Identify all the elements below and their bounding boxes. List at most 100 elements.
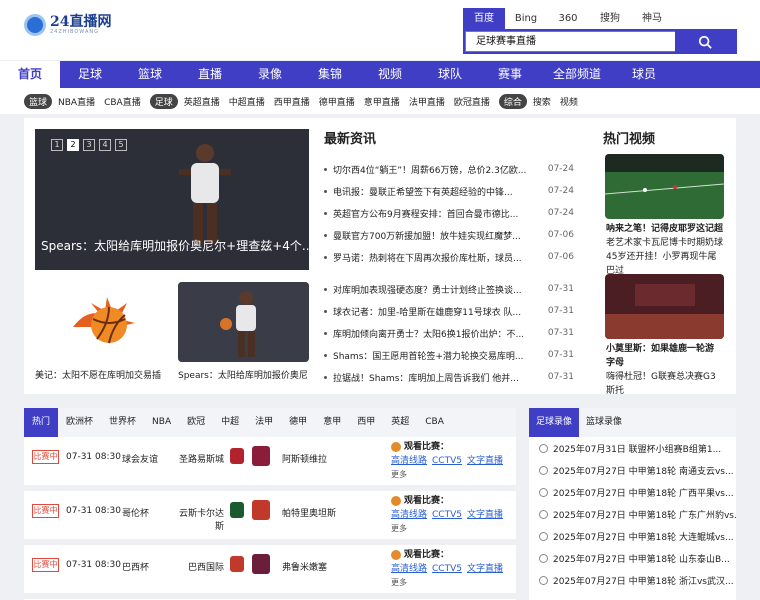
subnav-link[interactable]: 欧冠直播 (454, 95, 490, 108)
news-item-title[interactable]: 英超官方公布9月赛程安排：首回合曼市德比... (333, 207, 538, 220)
replay-item-title[interactable]: 2025年07月27日 中甲第18轮 大连鲲城vs... (553, 530, 734, 543)
news-item[interactable]: 库明加倾向离开勇士？太阳6换1报价出炉：不... 07-31 (324, 322, 574, 344)
schedule-tab[interactable]: 西甲 (349, 408, 383, 437)
suns-logo-thumb[interactable] (35, 282, 172, 364)
replay-item[interactable]: 2025年07月27日 中甲第18轮 山东泰山B... (529, 547, 736, 569)
replay-item[interactable]: 2025年07月27日 中甲第18轮 广西平果vs... (529, 481, 736, 503)
subnav-category-tag[interactable]: 篮球 (24, 93, 53, 109)
thumb-b-caption[interactable]: Spears：太阳给库明加报价奥尼 (178, 368, 308, 381)
schedule-tab[interactable]: NBA (144, 408, 179, 437)
subnav-link[interactable]: 德甲直播 (319, 95, 355, 108)
nav-item[interactable]: 球队 (420, 61, 480, 88)
stream-link[interactable]: 高清线路 (391, 456, 427, 466)
replay-item[interactable]: 2025年07月27日 中甲第18轮 广东广州豹vs... (529, 503, 736, 525)
slider-page-dot[interactable]: 5 (115, 139, 127, 151)
replay-item[interactable]: 2025年07月27日 中甲第18轮 大连鲲城vs... (529, 525, 736, 547)
hot-video-thumb-2[interactable] (605, 274, 724, 339)
nav-item[interactable]: 球员 (614, 61, 674, 88)
news-item-title[interactable]: 切尔西4位“躺王”！周薪66万镑，总价2.3亿欧... (333, 163, 538, 176)
subnav-link[interactable]: 法甲直播 (409, 95, 445, 108)
replay-item[interactable]: 2025年07月27日 中甲第18轮 浙江vs武汉... (529, 569, 736, 591)
subnav-link[interactable]: 搜索 (533, 95, 551, 108)
away-team[interactable]: 帕特里奥坦斯 (282, 506, 336, 519)
stream-link[interactable]: 文字直播 (467, 510, 503, 520)
stream-link[interactable]: CCTV5 (432, 510, 462, 520)
subnav-link[interactable]: 视频 (560, 95, 578, 108)
nav-item[interactable]: 全部频道 (540, 61, 614, 88)
stream-link[interactable]: 高清线路 (391, 564, 427, 574)
news-item[interactable]: 拉锯战！Shams：库明加上周告诉我们 他并... 07-31 (324, 366, 574, 388)
nav-item[interactable]: 视频 (360, 61, 420, 88)
search-button[interactable] (675, 31, 735, 52)
schedule-tab[interactable]: 英超 (383, 408, 417, 437)
nav-item[interactable]: 直播 (180, 61, 240, 88)
slider-page-dot[interactable]: 1 (51, 139, 63, 151)
more-link[interactable]: 更多 (391, 577, 407, 588)
schedule-tab[interactable]: 欧洲杯 (58, 408, 101, 437)
nav-item[interactable]: 录像 (240, 61, 300, 88)
news-item[interactable]: Shams：国王愿用首轮签+潜力轮换交易库明... 07-31 (324, 344, 574, 366)
stream-link[interactable]: 文字直播 (467, 564, 503, 574)
away-team[interactable]: 阿斯顿维拉 (282, 452, 327, 465)
subnav-link[interactable]: NBA直播 (58, 95, 95, 108)
hot-video-thumb-1[interactable] (605, 154, 724, 219)
hot-video-caption-2[interactable]: 小莫里斯：如果雄鹿一轮游 字母 嗨得杜冠！G联赛总决赛G3斯托 (606, 342, 724, 398)
stream-link[interactable]: 文字直播 (467, 456, 503, 466)
home-team[interactable]: 云斯卡尔达斯 (174, 506, 224, 532)
headline-slider[interactable]: 12345 Spears：太阳给库明加报价奥尼尔+理查兹+4个... (35, 129, 309, 270)
player-thumb[interactable] (178, 282, 309, 362)
news-item-title[interactable]: Shams：国王愿用首轮签+潜力轮换交易库明... (333, 349, 538, 362)
news-item[interactable]: 球衣记者：加里-哈里斯在雄鹿穿11号球衣 队... 07-31 (324, 300, 574, 322)
news-item[interactable]: 曼联官方700万新援加盟！放牛娃实现红魔梦... 07-06 (324, 224, 574, 246)
stream-link[interactable]: 高清线路 (391, 510, 427, 520)
replay-item-title[interactable]: 2025年07月27日 中甲第18轮 浙江vs武汉... (553, 574, 734, 587)
replay-tab[interactable]: 篮球录像 (579, 408, 629, 437)
news-item-title[interactable]: 罗马诺：热刺将在下周再次报价库杜斯，球员... (333, 251, 538, 264)
match-league[interactable]: 哥伦杯 (122, 506, 149, 519)
news-item[interactable]: 英超官方公布9月赛程安排：首回合曼市德比... 07-24 (324, 202, 574, 224)
stream-link[interactable]: CCTV5 (432, 456, 462, 466)
news-item-title[interactable]: 拉锯战！Shams：库明加上周告诉我们 他并... (333, 371, 538, 384)
news-item-title[interactable]: 球衣记者：加里-哈里斯在雄鹿穿11号球衣 队... (333, 305, 538, 318)
schedule-tab[interactable]: 中超 (213, 408, 247, 437)
slider-page-dot[interactable]: 4 (99, 139, 111, 151)
search-engine-tab[interactable]: 神马 (631, 8, 673, 29)
news-item[interactable]: 罗马诺：热刺将在下周再次报价库杜斯，球员... 07-06 (324, 246, 574, 268)
replay-item-title[interactable]: 2025年07月27日 中甲第18轮 广西平果vs... (553, 486, 734, 499)
nav-item[interactable]: 足球 (60, 61, 120, 88)
replay-item-title[interactable]: 2025年07月27日 中甲第18轮 南通支云vs... (553, 464, 734, 477)
news-item-title[interactable]: 库明加倾向离开勇士？太阳6换1报价出炉：不... (333, 327, 538, 340)
subnav-link[interactable]: 英超直播 (184, 95, 220, 108)
news-item[interactable]: 切尔西4位“躺王”！周薪66万镑，总价2.3亿欧... 07-24 (324, 158, 574, 180)
schedule-tab[interactable]: 世界杯 (101, 408, 144, 437)
match-league[interactable]: 球会友谊 (122, 452, 158, 465)
news-item-title[interactable]: 曼联官方700万新援加盟！放牛娃实现红魔梦... (333, 229, 538, 242)
subnav-category-tag[interactable]: 足球 (149, 93, 178, 109)
subnav-link[interactable]: 中超直播 (229, 95, 265, 108)
search-engine-tab[interactable]: 360 (547, 8, 589, 29)
replay-item-title[interactable]: 2025年07月27日 中甲第18轮 山东泰山B... (553, 552, 730, 565)
away-team[interactable]: 弗鲁米嫩塞 (282, 560, 327, 573)
nav-item[interactable]: 篮球 (120, 61, 180, 88)
subnav-link[interactable]: 意甲直播 (364, 95, 400, 108)
stream-link[interactable]: CCTV5 (432, 564, 462, 574)
news-item-title[interactable]: 电讯报：曼联正希望签下有英超经验的中锋... (333, 185, 538, 198)
home-team[interactable]: 巴西国际 (174, 560, 224, 573)
replay-item[interactable]: 2025年07月27日 中甲第18轮 南通支云vs... (529, 459, 736, 481)
match-league[interactable]: 巴西杯 (122, 560, 149, 573)
subnav-link[interactable]: CBA直播 (104, 95, 141, 108)
search-input[interactable]: 足球赛事直播 (465, 31, 677, 52)
more-link[interactable]: 更多 (391, 523, 407, 534)
schedule-tab[interactable]: 欧冠 (179, 408, 213, 437)
replay-tab[interactable]: 足球录像 (529, 408, 580, 437)
schedule-tab[interactable]: CBA (417, 408, 452, 437)
news-item[interactable]: 对库明加表现强硬态度？勇士计划终止签换谈... 07-31 (324, 278, 574, 300)
search-engine-tab[interactable]: 搜狗 (589, 8, 631, 29)
news-item-title[interactable]: 对库明加表现强硬态度？勇士计划终止签换谈... (333, 283, 538, 296)
more-link[interactable]: 更多 (391, 469, 407, 480)
hot-video-caption-1[interactable]: 呐来之笔！记得皮耶罗这记超 老艺术家卡瓦尼博卡时期奶球45岁还开挂！小罗再现牛尾巴… (606, 222, 724, 278)
nav-item[interactable]: 集锦 (300, 61, 360, 88)
slider-page-dot[interactable]: 3 (83, 139, 95, 151)
slider-page-dot[interactable]: 2 (67, 139, 79, 151)
replay-item[interactable]: 2025年07月31日 联盟杯小组赛B组第1... (529, 437, 736, 459)
